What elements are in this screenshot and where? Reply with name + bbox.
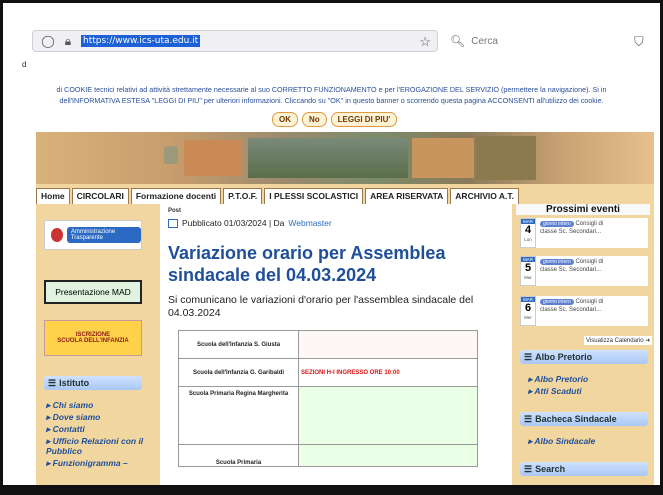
browser-toolbar: ◯ 🔒︎ https://www.ics-uta.edu.it ☆ 🔍︎ Cer… bbox=[18, 26, 658, 56]
nav-archivio[interactable]: ARCHIVIO A.T. bbox=[450, 188, 520, 204]
arrow-right-icon: ➜ bbox=[645, 338, 651, 344]
bookmark-star-icon[interactable]: ☆ bbox=[419, 34, 431, 50]
menu-dove-siamo[interactable]: ▸ Dove siamo bbox=[46, 412, 150, 422]
events-title: Prossimi eventi bbox=[516, 204, 650, 215]
table-row: Scuola Primaria bbox=[178, 444, 478, 467]
schedule-table: Scuola dell'Infanzia S. Giusta Scuola de… bbox=[178, 330, 478, 467]
event-info: giorno intero Consigli di classe Sc. Sec… bbox=[540, 299, 604, 313]
search-placeholder: Cerca bbox=[471, 35, 498, 47]
nav-ptof[interactable]: P.T.O.F. bbox=[223, 188, 263, 204]
banner-photo bbox=[412, 138, 474, 178]
nav-area-riservata[interactable]: AREA RISERVATA bbox=[365, 188, 449, 204]
albo-header: ☰ Albo Pretorio bbox=[520, 350, 648, 364]
albo-link[interactable]: ▸ Albo Pretorio bbox=[528, 374, 588, 384]
banner-photo bbox=[248, 138, 408, 178]
nav-home[interactable]: Home bbox=[36, 188, 70, 204]
istituto-menu: ▸ Chi siamo ▸ Dove siamo ▸ Contatti ▸ Uf… bbox=[46, 400, 150, 470]
calendar-link[interactable]: Visualizza Calendario ➜ bbox=[584, 336, 653, 345]
post-description: Si comunicano le variazioni d'orario per… bbox=[168, 294, 474, 319]
shield-icon[interactable]: ◯ bbox=[41, 34, 55, 48]
table-cell-note bbox=[298, 386, 478, 445]
address-bar[interactable]: ◯ 🔒︎ https://www.ics-uta.edu.it ☆ bbox=[32, 30, 438, 52]
calendar-icon bbox=[168, 218, 178, 228]
search-bar[interactable]: 🔍︎ Cerca bbox=[450, 30, 590, 52]
taskbar bbox=[0, 485, 663, 495]
list-icon: ☰ bbox=[48, 377, 57, 388]
event-item[interactable]: MAR 6 Mer giorno intero Consigli di clas… bbox=[520, 296, 648, 326]
banner-photo bbox=[184, 140, 242, 176]
menu-contatti[interactable]: ▸ Contatti bbox=[46, 424, 150, 434]
iscrizione-subtitle: SCUOLA DELL'INFANZIA bbox=[57, 338, 129, 344]
banner-photo bbox=[476, 136, 536, 180]
lock-icon[interactable]: 🔒︎ bbox=[61, 34, 75, 48]
page-label: d bbox=[22, 60, 27, 69]
website: Home CIRCOLARI Formazione docenti P.T.O.… bbox=[36, 132, 654, 495]
pocket-icon[interactable]: ⛉ bbox=[634, 34, 644, 50]
post-tag: Post bbox=[168, 208, 182, 214]
main-nav: Home CIRCOLARI Formazione docenti P.T.O.… bbox=[36, 188, 654, 204]
atti-scaduti-link[interactable]: ▸ Atti Scaduti bbox=[528, 386, 582, 396]
event-item[interactable]: MAR 4 Lun giorno intero Consigli di clas… bbox=[520, 218, 648, 248]
table-cell-note bbox=[298, 444, 478, 467]
post-content: Post Pubblicato 01/03/2024 | Da Webmaste… bbox=[160, 204, 512, 495]
cookie-text-line2: dell'INFORMATIVA ESTESA "LEGGI DI PIU" p… bbox=[59, 96, 604, 105]
istituto-title: Istituto bbox=[59, 378, 90, 388]
table-cell-school: Scuola dell'Infanzia S. Giusta bbox=[178, 330, 299, 359]
menu-chi-siamo[interactable]: ▸ Chi siamo bbox=[46, 400, 150, 410]
right-sidebar: Prossimi eventi MAR 4 Lun giorno intero … bbox=[514, 204, 654, 495]
post-author-link[interactable]: Webmaster bbox=[288, 218, 331, 228]
table-row: Scuola dell'Infanzia G. Garibaldi SEZION… bbox=[178, 358, 478, 387]
crest-icon bbox=[164, 146, 178, 164]
table-cell-school: Scuola dell'Infanzia G. Garibaldi bbox=[178, 358, 299, 387]
nav-plessi[interactable]: I PLESSI SCOLASTICI bbox=[264, 188, 364, 204]
iscrizione-infanzia-link[interactable]: ISCRIZIONE SCUOLA DELL'INFANZIA bbox=[44, 320, 142, 356]
event-badge: giorno intero bbox=[540, 259, 574, 265]
table-cell-school: Scuola Primaria Regina Margherita bbox=[178, 386, 299, 445]
amministrazione-trasparente-link[interactable]: Amministrazione Trasparente bbox=[44, 220, 142, 250]
cookie-banner: di COOKIE tecnici relativi ad attività s… bbox=[0, 84, 663, 106]
post-title[interactable]: Variazione orario per Assemblea sindacal… bbox=[168, 242, 488, 286]
istituto-header: ☰ Istituto bbox=[44, 376, 142, 390]
event-info: giorno intero Consigli di classe Sc. Sec… bbox=[540, 259, 604, 273]
table-cell-note: SEZIONI H-I INGRESSO ORE 10:00 bbox=[298, 358, 478, 387]
cookie-buttons: OK No LEGGI DI PIU' bbox=[272, 112, 398, 127]
list-icon: ☰ bbox=[524, 351, 533, 362]
site-banner bbox=[36, 132, 654, 184]
search-header: ☰ Search bbox=[520, 462, 648, 476]
post-meta: Pubblicato 01/03/2024 | Da Webmaster bbox=[168, 218, 332, 228]
url-text[interactable]: https://www.ics-uta.edu.it bbox=[81, 35, 201, 47]
nav-formazione[interactable]: Formazione docenti bbox=[130, 188, 222, 204]
bacheca-header: ☰ Bacheca Sindacale bbox=[520, 412, 648, 426]
table-row: Scuola Primaria Regina Margherita bbox=[178, 386, 478, 445]
event-item[interactable]: MAR 5 Mar giorno intero Consigli di clas… bbox=[520, 256, 648, 286]
cookie-ok-button[interactable]: OK bbox=[272, 112, 298, 127]
list-icon: ☰ bbox=[524, 463, 533, 474]
cookie-no-button[interactable]: No bbox=[302, 112, 327, 127]
menu-funzionigramma[interactable]: ▸ Funzionigramma – bbox=[46, 458, 150, 468]
list-icon: ☰ bbox=[524, 413, 533, 424]
event-date: MAR 5 Mar bbox=[520, 256, 536, 286]
amministrazione-logo-icon bbox=[51, 228, 63, 242]
albo-sindacale-link[interactable]: ▸ Albo Sindacale bbox=[528, 436, 595, 446]
amministrazione-label: Amministrazione Trasparente bbox=[66, 227, 141, 243]
table-cell-note bbox=[298, 330, 478, 359]
cookie-more-button[interactable]: LEGGI DI PIU' bbox=[330, 112, 398, 127]
nav-circolari[interactable]: CIRCOLARI bbox=[71, 188, 129, 204]
event-info: giorno intero Consigli di classe Sc. Sec… bbox=[540, 221, 604, 235]
left-sidebar: Amministrazione Trasparente Presentazion… bbox=[36, 204, 154, 495]
event-date: MAR 6 Mer bbox=[520, 296, 536, 326]
search-icon: 🔍︎ bbox=[450, 34, 466, 48]
table-cell-school: Scuola Primaria bbox=[178, 444, 299, 467]
menu-urp[interactable]: ▸ Ufficio Relazioni con il Pubblico bbox=[46, 436, 150, 456]
event-badge: giorno intero bbox=[540, 221, 574, 227]
cookie-text-line1: di COOKIE tecnici relativi ad attività s… bbox=[56, 85, 607, 94]
event-date: MAR 4 Lun bbox=[520, 218, 536, 248]
event-badge: giorno intero bbox=[540, 299, 574, 305]
presentazione-mad-button[interactable]: Presentazione MAD bbox=[44, 280, 142, 304]
post-date: Pubblicato 01/03/2024 | Da bbox=[182, 218, 285, 228]
table-row: Scuola dell'Infanzia S. Giusta bbox=[178, 330, 478, 359]
